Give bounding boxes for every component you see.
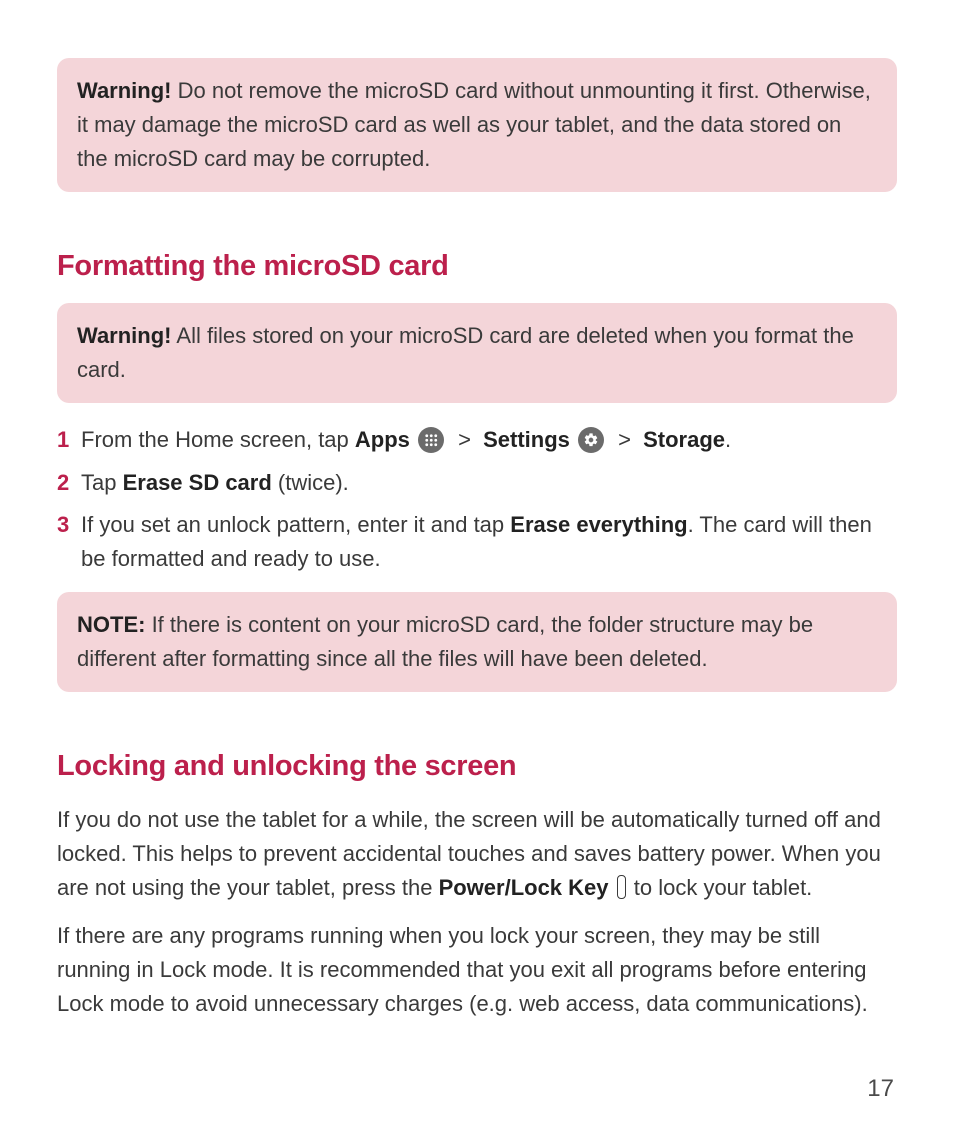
- page-number: 17: [867, 1070, 894, 1107]
- storage-label: Storage: [643, 427, 725, 452]
- heading-formatting: Formatting the microSD card: [57, 244, 897, 289]
- settings-icon: [578, 427, 604, 453]
- step-3: 3 If you set an unlock pattern, enter it…: [57, 508, 897, 576]
- warning-label: Warning!: [77, 78, 172, 103]
- lock-paragraph-2: If there are any programs running when y…: [57, 919, 897, 1021]
- erase-everything-label: Erase everything: [510, 512, 687, 537]
- note-box-format: NOTE: If there is content on your microS…: [57, 592, 897, 692]
- apps-label: Apps: [355, 427, 410, 452]
- warning-box-format: Warning! All files stored on your microS…: [57, 303, 897, 403]
- step-number: 3: [57, 508, 81, 542]
- step-text: If you set an unlock pattern, enter it a…: [81, 508, 897, 576]
- apps-icon: [418, 427, 444, 453]
- note-label: NOTE:: [77, 612, 145, 637]
- warning-box-unmount: Warning! Do not remove the microSD card …: [57, 58, 897, 192]
- warning-text: All files stored on your microSD card ar…: [77, 323, 854, 382]
- warning-label: Warning!: [77, 323, 172, 348]
- note-text: If there is content on your microSD card…: [77, 612, 813, 671]
- step-number: 2: [57, 466, 81, 500]
- step-1: 1 From the Home screen, tap Apps > Setti…: [57, 423, 897, 457]
- heading-locking: Locking and unlocking the screen: [57, 744, 897, 789]
- erase-sd-label: Erase SD card: [123, 470, 272, 495]
- step-number: 1: [57, 423, 81, 457]
- lock-paragraph-1: If you do not use the tablet for a while…: [57, 803, 897, 905]
- power-lock-key-icon: [617, 875, 626, 899]
- step-text: From the Home screen, tap Apps > Setting…: [81, 423, 897, 457]
- warning-text: Do not remove the microSD card without u…: [77, 78, 871, 171]
- settings-label: Settings: [483, 427, 570, 452]
- steps-list: 1 From the Home screen, tap Apps > Setti…: [57, 423, 897, 575]
- step-2: 2 Tap Erase SD card (twice).: [57, 466, 897, 500]
- step-text: Tap Erase SD card (twice).: [81, 466, 897, 500]
- power-lock-key-label: Power/Lock Key: [439, 875, 609, 900]
